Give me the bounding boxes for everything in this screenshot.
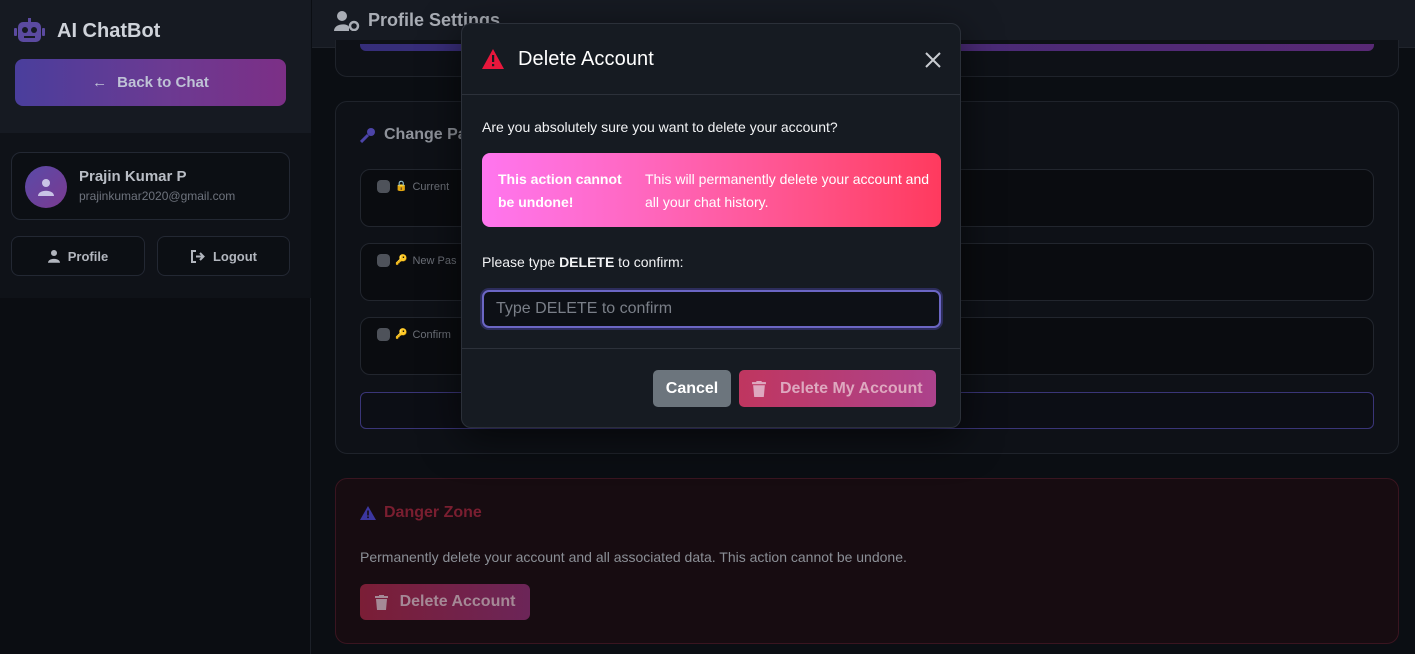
alert-message: This will permanently delete your accoun… bbox=[645, 171, 930, 210]
modal-header: Delete Account bbox=[462, 24, 960, 95]
cancel-button[interactable]: Cancel bbox=[653, 370, 731, 407]
alert-heading: This action cannot be undone! bbox=[498, 171, 622, 210]
confirm-label-prefix: Please type bbox=[482, 254, 560, 270]
confirm-keyword: DELETE bbox=[559, 254, 615, 270]
delete-my-account-label: Delete My Account bbox=[780, 379, 923, 397]
delete-account-modal: Delete Account Are you absolutely sure y… bbox=[461, 23, 961, 428]
trash-icon bbox=[752, 380, 766, 397]
confirm-label: Please type DELETE to confirm: bbox=[482, 254, 684, 270]
delete-my-account-button[interactable]: Delete My Account bbox=[739, 370, 936, 407]
close-icon[interactable] bbox=[923, 50, 943, 70]
warning-icon bbox=[482, 49, 504, 69]
modal-footer: Cancel Delete My Account bbox=[462, 348, 960, 427]
modal-title: Delete Account bbox=[518, 48, 654, 70]
modal-question: Are you absolutely sure you want to dele… bbox=[482, 119, 838, 135]
danger-alert: This action cannot be undone! This will … bbox=[482, 153, 941, 227]
confirm-label-suffix: to confirm: bbox=[614, 254, 684, 270]
confirm-delete-input[interactable] bbox=[482, 290, 941, 328]
